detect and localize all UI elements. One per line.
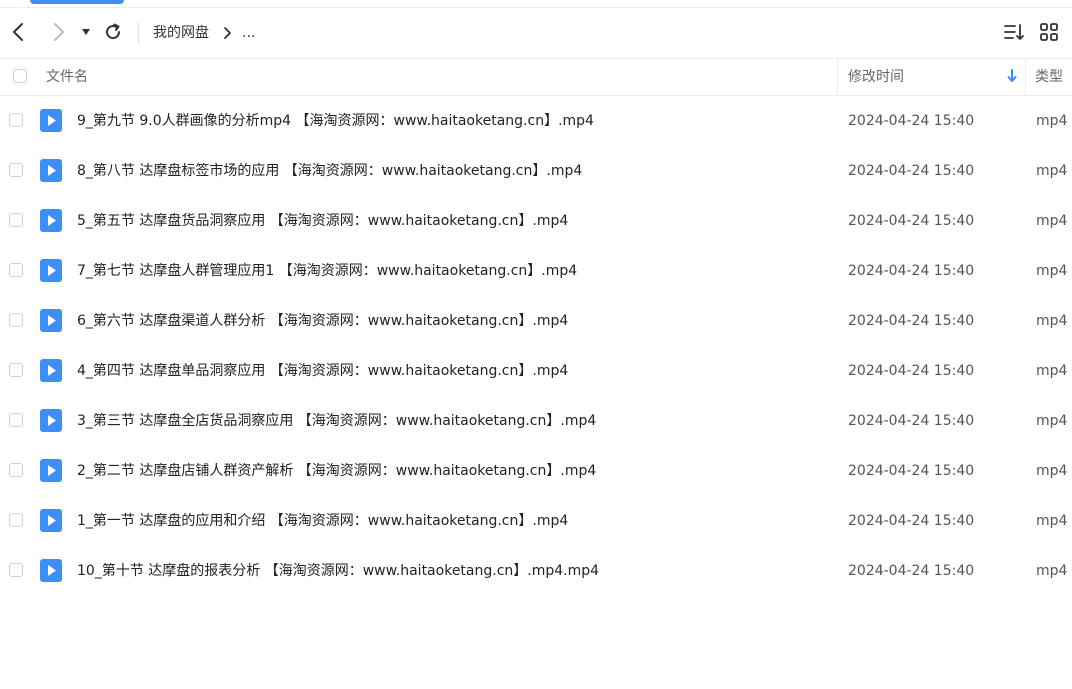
- column-divider[interactable]: [837, 59, 838, 95]
- file-modified-time: 2024-04-24 15:40: [848, 413, 975, 429]
- file-name[interactable]: 6_第六节 达摩盘渠道人群分析 【海淘资源网：www.haitaoketang.…: [77, 311, 568, 331]
- chevron-right-icon: [54, 23, 64, 41]
- grid-view-button[interactable]: [1037, 20, 1061, 44]
- row-checkbox[interactable]: [9, 263, 23, 277]
- file-list: 9_第九节 9.0人群画像的分析mp4 【海淘资源网：www.haitaoket…: [0, 96, 1072, 596]
- file-type: mp4: [1036, 313, 1068, 329]
- breadcrumb-more[interactable]: ...: [242, 23, 255, 43]
- file-name[interactable]: 3_第三节 达摩盘全店货品洞察应用 【海淘资源网：www.haitaoketan…: [77, 411, 596, 431]
- file-modified-time: 2024-04-24 15:40: [848, 263, 975, 279]
- row-checkbox[interactable]: [9, 563, 23, 577]
- file-type: mp4: [1036, 563, 1068, 579]
- file-type: mp4: [1036, 213, 1068, 229]
- history-dropdown-button[interactable]: [76, 20, 96, 44]
- video-file-icon: [40, 509, 62, 532]
- file-name[interactable]: 5_第五节 达摩盘货品洞察应用 【海淘资源网：www.haitaoketang.…: [77, 211, 568, 231]
- file-manager-window: 我的网盘 ... 文件名 修改时间 类型 9_第九节 9.0人群画像的分析mp4…: [0, 0, 1072, 689]
- select-all-checkbox[interactable]: [13, 69, 27, 83]
- file-type: mp4: [1036, 163, 1068, 179]
- toolbar-separator: [138, 22, 139, 44]
- file-modified-time: 2024-04-24 15:40: [848, 513, 975, 529]
- video-file-icon: [40, 259, 62, 282]
- file-name[interactable]: 7_第七节 达摩盘人群管理应用1 【海淘资源网：www.haitaoketang…: [77, 261, 577, 281]
- sort-button[interactable]: [1002, 20, 1026, 44]
- file-type: mp4: [1036, 413, 1068, 429]
- video-file-icon: [40, 209, 62, 232]
- file-modified-time: 2024-04-24 15:40: [848, 363, 975, 379]
- file-type: mp4: [1036, 513, 1068, 529]
- table-row[interactable]: 3_第三节 达摩盘全店货品洞察应用 【海淘资源网：www.haitaoketan…: [0, 396, 1072, 446]
- file-name[interactable]: 2_第二节 达摩盘店铺人群资产解析 【海淘资源网：www.haitaoketan…: [77, 461, 596, 481]
- table-row[interactable]: 8_第八节 达摩盘标签市场的应用 【海淘资源网：www.haitaoketang…: [0, 146, 1072, 196]
- video-file-icon: [40, 409, 62, 432]
- table-row[interactable]: 2_第二节 达摩盘店铺人群资产解析 【海淘资源网：www.haitaoketan…: [0, 446, 1072, 496]
- file-list-header: 文件名 修改时间 类型: [0, 59, 1072, 96]
- table-row[interactable]: 10_第十节 达摩盘的报表分析 【海淘资源网：www.haitaoketang.…: [0, 546, 1072, 596]
- forward-button[interactable]: [46, 20, 70, 44]
- row-checkbox[interactable]: [9, 413, 23, 427]
- row-checkbox[interactable]: [9, 313, 23, 327]
- refresh-icon: [106, 23, 121, 40]
- column-header-modified[interactable]: 修改时间: [848, 68, 904, 86]
- row-checkbox[interactable]: [9, 363, 23, 377]
- row-checkbox[interactable]: [9, 113, 23, 127]
- file-modified-time: 2024-04-24 15:40: [848, 313, 975, 329]
- table-row[interactable]: 4_第四节 达摩盘单品洞察应用 【海淘资源网：www.haitaoketang.…: [0, 346, 1072, 396]
- toolbar: 我的网盘 ...: [0, 8, 1072, 59]
- file-modified-time: 2024-04-24 15:40: [848, 163, 975, 179]
- file-modified-time: 2024-04-24 15:40: [848, 463, 975, 479]
- table-row[interactable]: 7_第七节 达摩盘人群管理应用1 【海淘资源网：www.haitaoketang…: [0, 246, 1072, 296]
- sort-list-icon: [1004, 24, 1024, 40]
- video-file-icon: [40, 159, 62, 182]
- table-row[interactable]: 9_第九节 9.0人群画像的分析mp4 【海淘资源网：www.haitaoket…: [0, 96, 1072, 146]
- row-checkbox[interactable]: [9, 463, 23, 477]
- file-name[interactable]: 4_第四节 达摩盘单品洞察应用 【海淘资源网：www.haitaoketang.…: [77, 361, 568, 381]
- video-file-icon: [40, 559, 62, 582]
- caret-down-icon: [82, 29, 90, 35]
- file-name[interactable]: 1_第一节 达摩盘的应用和介绍 【海淘资源网：www.haitaoketang.…: [77, 511, 568, 531]
- column-divider[interactable]: [1025, 59, 1026, 95]
- chevron-left-icon: [13, 23, 23, 41]
- back-button[interactable]: [7, 20, 31, 44]
- refresh-button[interactable]: [101, 20, 125, 44]
- breadcrumb-root[interactable]: 我的网盘: [153, 23, 209, 43]
- video-file-icon: [40, 459, 62, 482]
- row-checkbox[interactable]: [9, 213, 23, 227]
- table-row[interactable]: 5_第五节 达摩盘货品洞察应用 【海淘资源网：www.haitaoketang.…: [0, 196, 1072, 246]
- video-file-icon: [40, 109, 62, 132]
- file-name[interactable]: 8_第八节 达摩盘标签市场的应用 【海淘资源网：www.haitaoketang…: [77, 161, 582, 181]
- file-name[interactable]: 9_第九节 9.0人群画像的分析mp4 【海淘资源网：www.haitaoket…: [77, 111, 594, 131]
- file-type: mp4: [1036, 113, 1068, 129]
- breadcrumb-chevron-icon: [224, 27, 231, 39]
- row-checkbox[interactable]: [9, 163, 23, 177]
- sort-descending-icon: [1007, 69, 1017, 82]
- file-modified-time: 2024-04-24 15:40: [848, 563, 975, 579]
- column-header-type[interactable]: 类型: [1035, 68, 1063, 86]
- file-name[interactable]: 10_第十节 达摩盘的报表分析 【海淘资源网：www.haitaoketang.…: [77, 561, 599, 581]
- table-row[interactable]: 1_第一节 达摩盘的应用和介绍 【海淘资源网：www.haitaoketang.…: [0, 496, 1072, 546]
- column-header-name[interactable]: 文件名: [46, 68, 88, 86]
- video-file-icon: [40, 309, 62, 332]
- active-tab-indicator: [30, 0, 124, 4]
- grid-icon: [1040, 23, 1058, 41]
- file-type: mp4: [1036, 463, 1068, 479]
- video-file-icon: [40, 359, 62, 382]
- file-type: mp4: [1036, 363, 1068, 379]
- table-row[interactable]: 6_第六节 达摩盘渠道人群分析 【海淘资源网：www.haitaoketang.…: [0, 296, 1072, 346]
- file-modified-time: 2024-04-24 15:40: [848, 113, 975, 129]
- row-checkbox[interactable]: [9, 513, 23, 527]
- file-modified-time: 2024-04-24 15:40: [848, 213, 975, 229]
- file-type: mp4: [1036, 263, 1068, 279]
